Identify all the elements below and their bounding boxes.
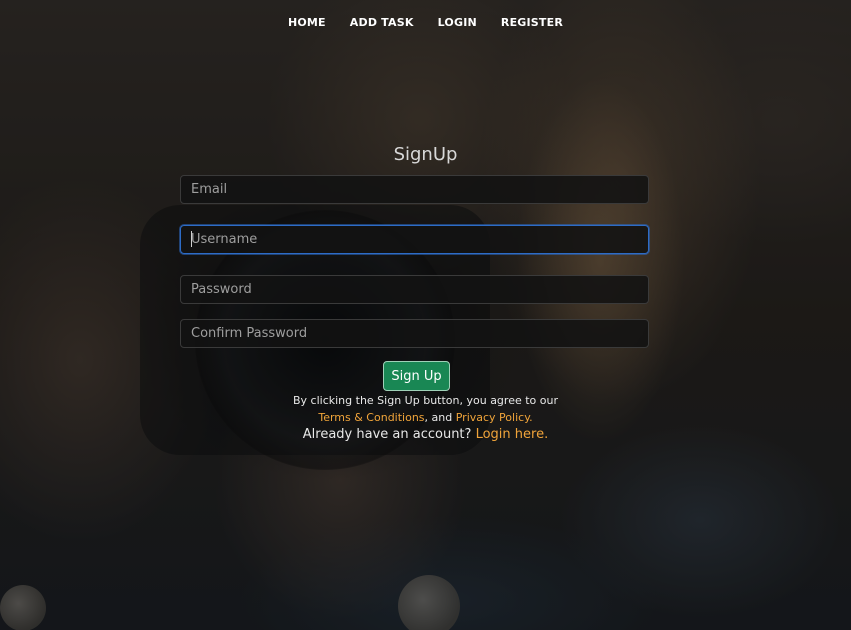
already-text: Already have an account? xyxy=(302,427,472,442)
nav-home-link[interactable]: HOME xyxy=(276,16,338,29)
page: HOME ADD TASK LOGIN REGISTER SignUp Sign… xyxy=(0,0,851,630)
top-nav: HOME ADD TASK LOGIN REGISTER xyxy=(0,0,851,44)
nav-login-link[interactable]: LOGIN xyxy=(426,16,489,29)
text-caret xyxy=(191,231,192,247)
terms-joiner-text: , and xyxy=(424,411,453,424)
password-input[interactable] xyxy=(180,275,649,304)
privacy-policy-link[interactable]: Privacy Policy. xyxy=(456,411,533,424)
email-input[interactable] xyxy=(180,175,649,204)
login-here-link[interactable]: Login here. xyxy=(476,427,549,442)
nav-add-task-link[interactable]: ADD TASK xyxy=(338,16,426,29)
terms-links-line: Terms & Conditions, and Privacy Policy. xyxy=(0,409,851,426)
form-title: SignUp xyxy=(393,144,458,165)
terms-notice: By clicking the Sign Up button, you agre… xyxy=(0,392,851,426)
confirm-password-input[interactable] xyxy=(180,319,649,348)
nav-register-link[interactable]: REGISTER xyxy=(489,16,575,29)
username-input[interactable] xyxy=(180,225,649,254)
background-dim-overlay xyxy=(0,0,851,630)
already-have-account: Already have an account? Login here. xyxy=(0,427,851,442)
terms-prefix-text: By clicking the Sign Up button, you agre… xyxy=(293,394,558,407)
sign-up-button[interactable]: Sign Up xyxy=(383,361,450,391)
terms-conditions-link[interactable]: Terms & Conditions xyxy=(318,411,424,424)
